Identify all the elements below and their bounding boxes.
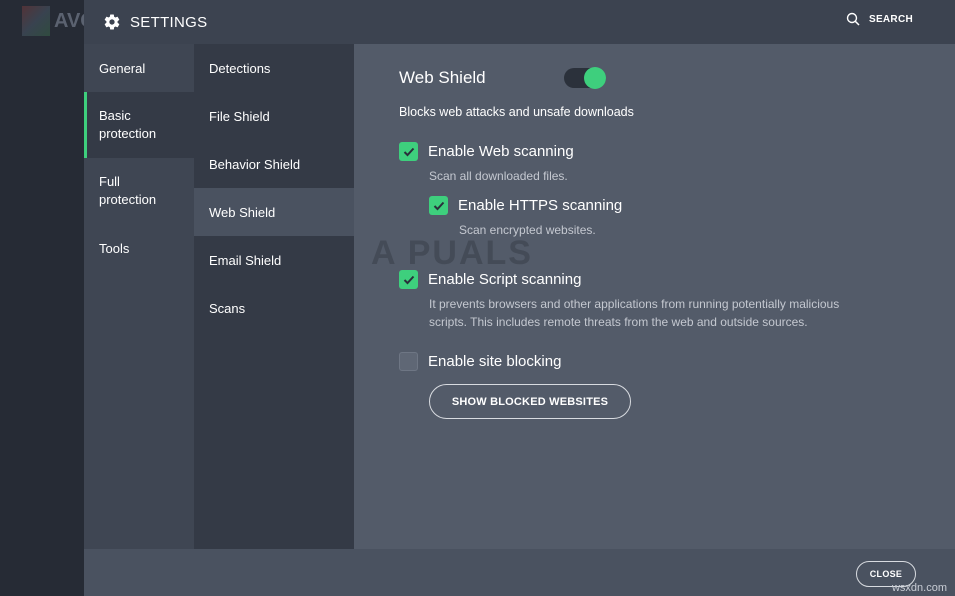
script-scanning-checkbox[interactable] (399, 270, 418, 289)
web-scanning-checkbox[interactable] (399, 142, 418, 161)
category-full-protection-label: Full protection (99, 174, 157, 207)
script-scanning-desc-line1: It prevents browsers and other applicati… (429, 297, 840, 311)
https-scanning-option[interactable]: Enable HTTPS scanning (429, 196, 622, 215)
search-button[interactable]: SEARCH (846, 12, 913, 26)
app-background: AVG (0, 0, 96, 596)
category-basic-protection[interactable]: Basic protection (84, 92, 194, 158)
web-shield-toggle[interactable] (564, 67, 606, 89)
subnav-web-shield[interactable]: Web Shield (194, 188, 354, 236)
category-general[interactable]: General (84, 44, 194, 92)
site-blocking-option[interactable]: Enable site blocking (399, 352, 561, 371)
dialog-footer: CLOSE (84, 549, 955, 596)
check-icon (403, 275, 414, 284)
check-icon (433, 201, 444, 210)
web-shield-description: Blocks web attacks and unsafe downloads (399, 105, 634, 119)
category-basic-protection-label: Basic protection (99, 108, 157, 141)
settings-dialog: SETTINGS SEARCH General Basic protection… (84, 0, 955, 596)
https-scanning-checkbox[interactable] (429, 196, 448, 215)
subnav-email-shield[interactable]: Email Shield (194, 236, 354, 284)
https-scanning-desc: Scan encrypted websites. (459, 223, 596, 237)
https-scanning-label: Enable HTTPS scanning (458, 197, 623, 214)
toggle-knob (584, 67, 606, 89)
web-scanning-label: Enable Web scanning (428, 143, 574, 160)
corner-watermark: wsxdn.com (891, 582, 947, 594)
script-scanning-option[interactable]: Enable Script scanning (399, 270, 581, 289)
search-icon (846, 12, 860, 26)
subnav-file-shield[interactable]: File Shield (194, 92, 354, 140)
web-shield-panel: A PUALS Web Shield Blocks web attacks an… (354, 44, 955, 549)
avg-logo (22, 6, 50, 36)
category-full-protection[interactable]: Full protection (84, 158, 194, 224)
settings-title: SETTINGS (130, 13, 208, 31)
web-shield-title: Web Shield (399, 68, 486, 87)
site-blocking-checkbox[interactable] (399, 352, 418, 371)
subnav-detections[interactable]: Detections (194, 44, 354, 92)
web-scanning-option[interactable]: Enable Web scanning (399, 142, 574, 161)
site-blocking-label: Enable site blocking (428, 353, 562, 370)
category-tools[interactable]: Tools (84, 224, 194, 272)
gear-icon (103, 13, 121, 31)
show-blocked-websites-button[interactable]: SHOW BLOCKED WEBSITES (429, 384, 631, 419)
category-nav: General Basic protection Full protection… (84, 44, 194, 549)
web-scanning-desc: Scan all downloaded files. (429, 169, 568, 183)
settings-header: SETTINGS SEARCH (84, 0, 955, 44)
appuals-watermark: A PUALS (371, 234, 533, 272)
subsection-nav: Detections File Shield Behavior Shield W… (194, 44, 354, 549)
check-icon (403, 147, 414, 156)
script-scanning-label: Enable Script scanning (428, 271, 582, 288)
subnav-behavior-shield[interactable]: Behavior Shield (194, 140, 354, 188)
script-scanning-desc-line2: scripts. This includes remote threats fr… (429, 315, 808, 329)
subnav-scans[interactable]: Scans (194, 284, 354, 332)
search-label: SEARCH (868, 13, 913, 25)
